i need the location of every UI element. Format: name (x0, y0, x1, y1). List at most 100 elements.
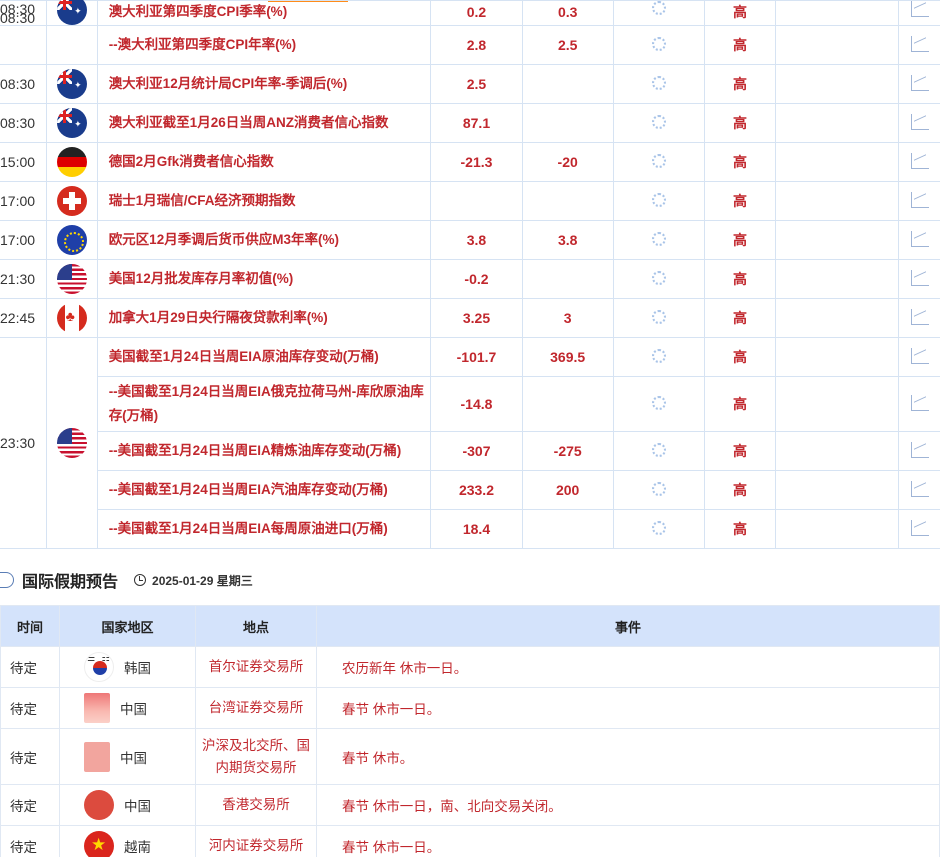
importance-level: 高 (703, 181, 777, 221)
flag-cell (45, 298, 98, 338)
chart-icon[interactable] (910, 441, 929, 458)
event-name[interactable]: 美国12月批发库存月率初值(%) (96, 259, 432, 299)
actual-value-loading (612, 431, 705, 471)
previous-value: -21.3 (430, 142, 523, 182)
holiday-time: 待定 (0, 784, 60, 826)
importance-level: 高 (703, 298, 777, 338)
holiday-section-header: 国际假期预告 2025-01-29 星期三 (0, 566, 940, 594)
event-name[interactable]: --美国截至1月24日当周EIA汽油库存变动(万桶) (96, 470, 432, 510)
chart-link[interactable] (898, 259, 940, 299)
previous-value: 87.1 (430, 103, 523, 143)
flag-cell (45, 220, 98, 260)
forecast-value (521, 64, 614, 104)
event-name[interactable]: 澳大利亚12月统计局CPI年率-季调后(%) (96, 64, 432, 104)
forecast-value: 3 (521, 298, 614, 338)
empty-cell (775, 181, 900, 221)
usa-flag-icon (56, 264, 87, 294)
event-name[interactable]: 美国截至1月24日当周EIA原油库存变动(万桶) (96, 337, 432, 377)
chart-link[interactable] (898, 64, 940, 104)
forecast-value: 0.3 (521, 0, 614, 26)
chart-icon[interactable] (910, 113, 929, 130)
table-row: 23:30 美国截至1月24日当周EIA原油库存变动(万桶) -101.7 36… (0, 337, 940, 549)
empty-cell (775, 64, 900, 104)
chart-link[interactable] (898, 509, 940, 549)
table-row: 08:30 澳大利亚截至1月26日当周ANZ消费者信心指数 87.1 高 (0, 103, 940, 143)
chart-icon[interactable] (910, 191, 929, 208)
previous-value: 0.2 (430, 0, 523, 26)
event-name[interactable]: 加拿大1月29日央行隔夜贷款利率(%) (96, 298, 432, 338)
actual-value-loading (612, 25, 705, 65)
chart-icon[interactable] (910, 1, 929, 17)
event-time: 23:30 (0, 337, 47, 549)
chart-link[interactable] (898, 142, 940, 182)
chart-icon[interactable] (910, 74, 929, 91)
chart-link[interactable] (898, 376, 940, 432)
hong-kong-flag-icon (84, 790, 114, 820)
chart-icon[interactable] (910, 347, 929, 364)
flag-cell (45, 103, 98, 143)
empty-cell (775, 376, 900, 432)
forecast-value: 2.5 (521, 25, 614, 65)
event-name[interactable]: --澳大利亚第四季度CPI年率(%) (96, 25, 432, 65)
event-time: 21:30 (0, 259, 47, 299)
chart-icon[interactable] (910, 269, 929, 286)
table-row: 17:00 瑞士1月瑞信/CFA经济预期指数 高 (0, 181, 940, 221)
importance-level: 高 (703, 0, 777, 26)
empty-cell (775, 298, 900, 338)
loading-spinner-icon (651, 442, 666, 457)
chart-icon[interactable] (910, 230, 929, 247)
empty-cell (775, 259, 900, 299)
loading-spinner-icon (651, 75, 666, 90)
table-row: --美国截至1月24日当周EIA俄克拉荷马州-库欣原油库存(万桶) -14.8 … (0, 376, 940, 432)
holiday-time: 待定 (0, 825, 60, 857)
loading-spinner-icon (651, 153, 666, 168)
event-time: 17:00 (0, 181, 47, 221)
chart-icon[interactable] (910, 519, 929, 536)
loading-spinner-icon (651, 192, 666, 207)
event-name[interactable]: 瑞士1月瑞信/CFA经济预期指数 (96, 181, 432, 221)
country-name: 中国 (120, 750, 147, 766)
chart-link[interactable] (898, 25, 940, 65)
event-name[interactable]: 欧元区12月季调后货币供应M3年率(%) (96, 220, 432, 260)
table-row: 08:30 --澳大利亚第四季度CPI年率(%) 2.8 2.5 高 (0, 10, 940, 65)
event-name[interactable]: --美国截至1月24日当周EIA每周原油进口(万桶) (96, 509, 432, 549)
chart-icon[interactable] (910, 152, 929, 169)
event-name[interactable]: --美国截至1月24日当周EIA精炼油库存变动(万桶) (96, 431, 432, 471)
section-date: 2025-01-29 星期三 (152, 573, 253, 588)
chart-link[interactable] (898, 470, 940, 510)
event-name[interactable]: 澳大利亚第四季度CPI季率(%) (96, 0, 432, 26)
loading-spinner-icon (651, 231, 666, 246)
chart-icon[interactable] (910, 308, 929, 325)
table-row: 17:00 欧元区12月季调后货币供应M3年率(%) 3.8 3.8 高 (0, 220, 940, 260)
chart-icon[interactable] (910, 394, 929, 411)
forecast-value (521, 103, 614, 143)
chart-link[interactable] (898, 337, 940, 377)
chart-icon[interactable] (910, 480, 929, 497)
holiday-place: 首尔证券交易所 (195, 646, 317, 688)
event-time: 17:00 (0, 220, 47, 260)
country-name: 韩国 (124, 661, 151, 676)
chart-link[interactable] (898, 298, 940, 338)
actual-value-loading (612, 509, 705, 549)
chart-link[interactable] (898, 103, 940, 143)
chart-link[interactable] (898, 431, 940, 471)
chart-link[interactable] (898, 181, 940, 221)
previous-value: 3.8 (430, 220, 523, 260)
table-row: 15:00 德国2月Gfk消费者信心指数 -21.3 -20 高 (0, 142, 940, 182)
importance-level: 高 (703, 259, 777, 299)
forecast-value: -275 (521, 431, 614, 471)
chart-link[interactable] (898, 220, 940, 260)
table-row: 08:30 澳大利亚12月统计局CPI年率-季调后(%) 2.5 高 (0, 64, 940, 104)
empty-cell (775, 0, 900, 26)
event-time: 15:00 (0, 142, 47, 182)
importance-level: 高 (703, 431, 777, 471)
chart-icon[interactable] (910, 35, 929, 52)
chart-link[interactable] (898, 0, 940, 26)
australia-flag-icon (56, 108, 87, 138)
event-name[interactable]: --美国截至1月24日当周EIA俄克拉荷马州-库欣原油库存(万桶) (96, 376, 432, 432)
event-name[interactable]: 德国2月Gfk消费者信心指数 (96, 142, 432, 182)
loading-spinner-icon (651, 1, 666, 15)
event-time: 22:45 (0, 298, 47, 338)
actual-value-loading (612, 470, 705, 510)
event-name[interactable]: 澳大利亚截至1月26日当周ANZ消费者信心指数 (96, 103, 432, 143)
